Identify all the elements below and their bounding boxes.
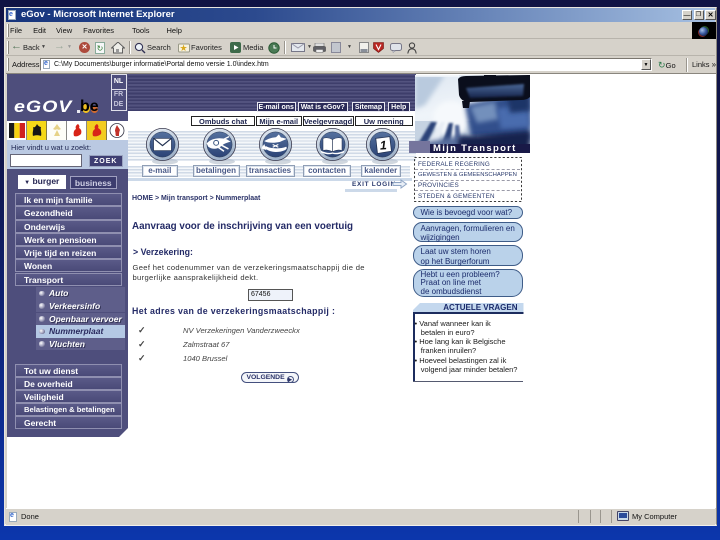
svg-text:★: ★ — [180, 43, 188, 53]
svg-text:1: 1 — [379, 138, 387, 152]
